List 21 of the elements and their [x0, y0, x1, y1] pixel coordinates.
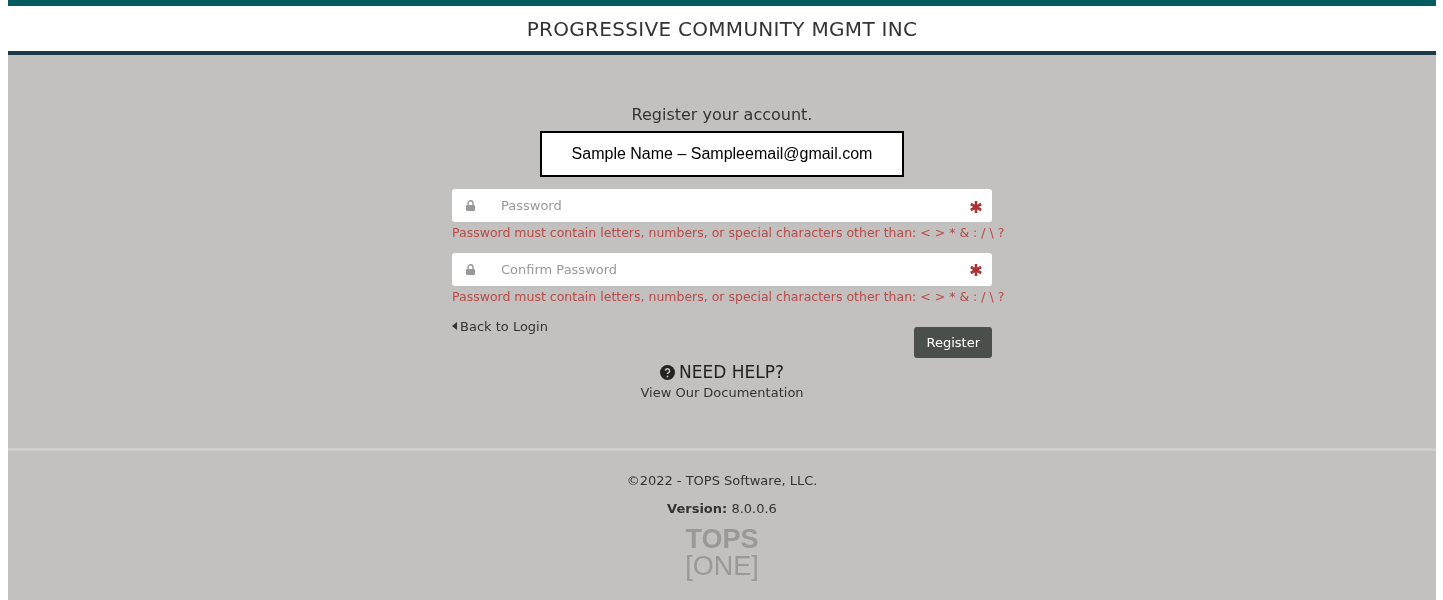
help-title: NEED HELP? — [679, 362, 784, 383]
version-text: Version: 8.0.0.6 — [667, 500, 777, 516]
copyright-text: ©2022 - TOPS Software, LLC. — [626, 473, 818, 488]
register-button[interactable]: Register — [914, 326, 992, 359]
password-field[interactable]: Password — [452, 189, 992, 223]
error-message: Password must contain letters, numbers, or special characters other than: < > * & : / \ ? — [452, 288, 1005, 304]
lock-icon — [466, 263, 475, 275]
error-message: Password must contain letters, numbers, or special characters other than: < > * & : / \ ? — [452, 225, 1005, 241]
required-icon — [970, 200, 982, 213]
password-field[interactable]: Confirm Password — [499, 258, 970, 281]
documentation-link[interactable]: View Our Documentation — [640, 384, 804, 400]
password-field[interactable]: Confirm Password — [452, 252, 992, 286]
question-icon — [660, 364, 675, 380]
site-title: PROGRESSIVE COMMUNITY MGMT INC — [526, 16, 918, 41]
account-label: Sample Name – Sampleemail@gmail.com — [540, 131, 904, 178]
lock-icon — [466, 200, 475, 212]
required-icon — [970, 264, 982, 277]
form-heading: Register your account. — [631, 105, 813, 125]
password-field[interactable]: Password — [499, 194, 970, 217]
back-to-login-link[interactable]: Back to Login — [452, 316, 548, 337]
caret-icon — [452, 322, 457, 331]
